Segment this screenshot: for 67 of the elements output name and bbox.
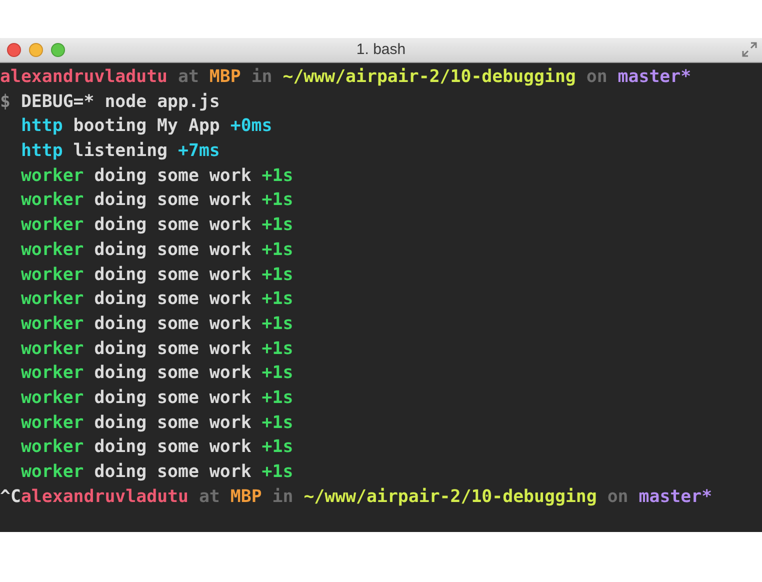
terminal-text: DEBUG=* node app.js (20, 92, 220, 112)
terminal-text: http (20, 116, 63, 136)
terminal-text: listening (72, 141, 169, 162)
terminal-text: +1s (262, 462, 294, 482)
close-button[interactable] (7, 43, 21, 57)
terminal-text: ~/www/airpair-2/10-debugging (282, 67, 576, 87)
zoom-button[interactable] (51, 43, 65, 57)
terminal-text: doing some work (93, 166, 252, 186)
terminal-text: doing some work (93, 314, 252, 334)
terminal-text: +1s (262, 363, 294, 384)
terminal-text: doing some work (93, 338, 252, 359)
terminal-text: worker (20, 289, 84, 310)
terminal-text: +1s (262, 240, 294, 260)
terminal-text: worker (20, 388, 84, 408)
terminal-text: +1s (262, 412, 294, 433)
terminal-text: +1s (262, 338, 294, 359)
terminal-text: MBP (230, 486, 262, 507)
terminal-text: worker (20, 215, 84, 236)
terminal-text: on (585, 67, 608, 87)
terminal-text: doing some work (93, 264, 252, 284)
terminal-text: +1s (262, 314, 294, 334)
terminal-text: in (250, 67, 274, 87)
terminal-text: alexandruvladutu (20, 486, 188, 507)
fullscreen-icon[interactable] (742, 42, 757, 57)
terminal-text: doing some work (93, 462, 252, 482)
terminal-text: worker (20, 240, 84, 260)
terminal-text: +1s (262, 388, 294, 408)
terminal-text: worker (20, 190, 84, 210)
terminal-text: ^C (0, 486, 21, 507)
terminal-text: worker (20, 314, 84, 334)
terminal-text: alexandruvladutu (0, 67, 168, 87)
terminal-text: doing some work (93, 215, 252, 236)
terminal-text: at (177, 67, 200, 87)
terminal-text: doing some work (93, 363, 252, 384)
terminal-text: on (606, 486, 630, 507)
terminal-text: doing some work (93, 289, 252, 310)
terminal-text: worker (20, 166, 84, 186)
terminal-text: worker (20, 437, 84, 458)
terminal-text: +0ms (230, 116, 272, 136)
terminal-text: doing some work (93, 437, 252, 458)
terminal-text: +1s (262, 166, 294, 186)
terminal-text: doing some work (93, 240, 252, 260)
terminal-text: master* (638, 486, 712, 507)
terminal-text: +1s (262, 289, 294, 310)
terminal-text: +7ms (178, 141, 220, 162)
terminal-text: +1s (262, 437, 294, 458)
terminal-text: worker (20, 363, 84, 384)
terminal-text: at (198, 486, 221, 507)
terminal-text: in (271, 486, 294, 507)
terminal-text: http (20, 141, 63, 162)
terminal-text: doing some work (93, 412, 252, 433)
terminal-text: doing some work (93, 190, 252, 210)
terminal-text: booting My App (72, 116, 221, 136)
minimize-button[interactable] (29, 43, 43, 57)
terminal-text: master* (618, 67, 692, 87)
terminal-text: worker (20, 462, 84, 482)
terminal-text: worker (20, 412, 84, 433)
terminal-text: ~/www/airpair-2/10-debugging (304, 486, 597, 507)
terminal-text: +1s (262, 264, 294, 284)
window-title: 1. bash (356, 40, 406, 60)
terminal-text: doing some work (93, 388, 252, 408)
terminal-text: worker (20, 264, 84, 284)
terminal-text: $ (0, 92, 12, 112)
terminal-text: MBP (209, 67, 241, 87)
terminal-text: +1s (262, 215, 294, 236)
terminal-text: worker (20, 338, 84, 359)
terminal-text: +1s (262, 190, 294, 210)
